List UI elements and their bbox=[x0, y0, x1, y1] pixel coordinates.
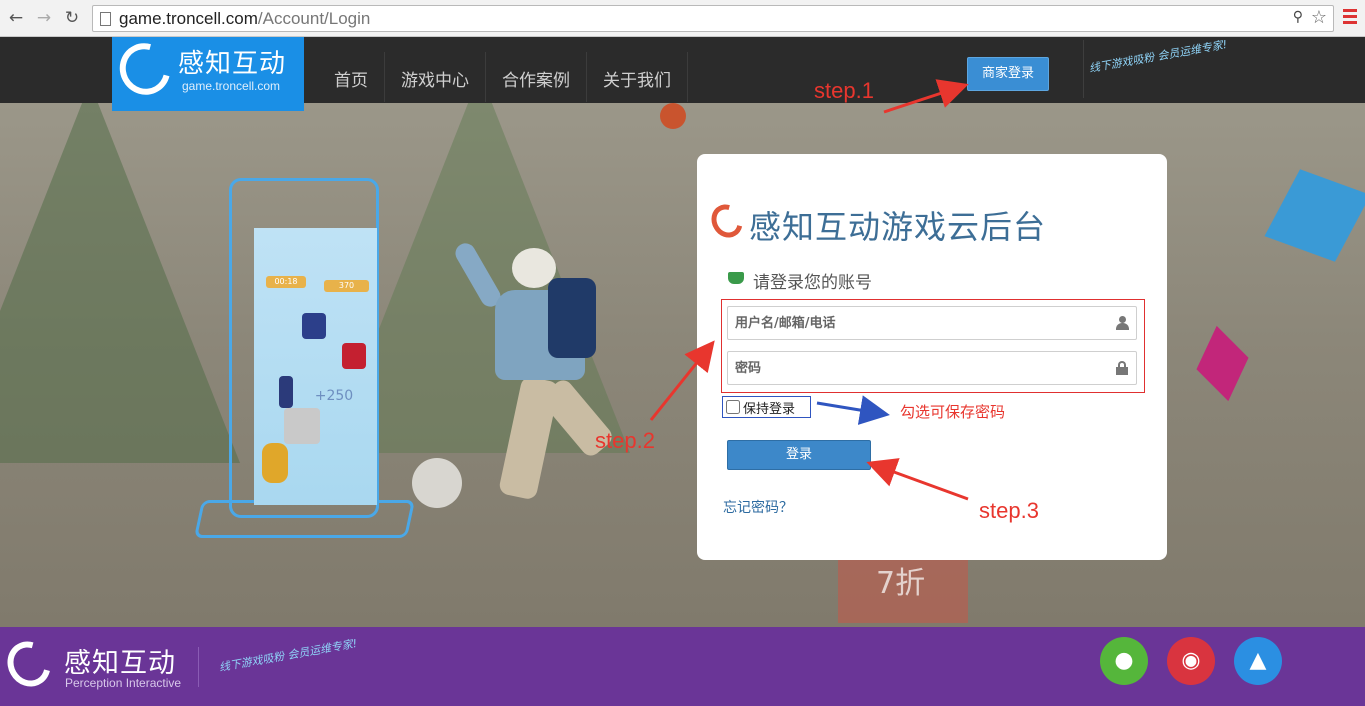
logo-domain: game.troncell.com bbox=[182, 79, 281, 93]
bg-gem bbox=[1196, 325, 1249, 402]
site-footer: 感知互动 Perception Interactive 线下游戏吸粉 会员运维专… bbox=[0, 627, 1365, 706]
footer-divider bbox=[198, 647, 199, 687]
url-text: game.troncell.com/Account/Login bbox=[119, 9, 371, 28]
header-slogan-text: 线下游戏吸粉 会员运维专家! bbox=[1088, 37, 1229, 76]
kiosk-timer: 00:18 bbox=[266, 276, 306, 288]
page-icon bbox=[100, 12, 111, 26]
merchant-login-button[interactable]: 商家登录 bbox=[967, 57, 1049, 91]
bookmark-star-icon[interactable]: ☆ bbox=[1311, 7, 1327, 28]
footer-logo-name: 感知互动 bbox=[64, 648, 176, 679]
back-arrow-icon[interactable]: ← bbox=[6, 8, 26, 28]
card-title: 感知互动游戏云后台 bbox=[749, 208, 1047, 246]
wechat-icon[interactable]: ● bbox=[1100, 637, 1148, 685]
logo-swirl-icon bbox=[110, 33, 180, 105]
forward-arrow-icon[interactable]: → bbox=[34, 8, 54, 28]
card-logo-icon bbox=[705, 198, 749, 244]
weibo-icon[interactable]: ◉ bbox=[1167, 637, 1215, 685]
username-field[interactable] bbox=[727, 306, 1137, 340]
login-card: 感知互动游戏云后台 请登录您的账号 保持登录 登录 忘记密码？ bbox=[697, 154, 1167, 560]
logo-name: 感知互动 bbox=[178, 49, 287, 79]
nav-item-about[interactable]: 关于我们 bbox=[587, 52, 688, 102]
site-logo[interactable]: 感知互动 game.troncell.com bbox=[110, 33, 304, 111]
kiosk-shirt bbox=[302, 313, 326, 339]
remember-label: 保持登录 bbox=[743, 401, 796, 417]
step3-label: step.3 bbox=[979, 498, 1039, 523]
man-backpack bbox=[548, 278, 596, 358]
kiosk-dog bbox=[262, 443, 288, 483]
user-icon bbox=[1116, 316, 1129, 330]
bg-ornament bbox=[660, 103, 686, 129]
step1-label: step.1 bbox=[814, 78, 874, 103]
kiosk-bag bbox=[284, 408, 320, 444]
address-bar[interactable]: game.troncell.com/Account/Login ⚲ ☆ bbox=[92, 5, 1334, 32]
browser-menu-icon[interactable] bbox=[1343, 9, 1357, 27]
kiosk-screen: 00:18 370 +250 bbox=[254, 228, 377, 505]
header-slogan: 线下游戏吸粉 会员运维专家! bbox=[1083, 38, 1265, 98]
kiosk-score: 370 bbox=[324, 280, 369, 292]
man-hat bbox=[512, 248, 556, 288]
login-button[interactable]: 登录 bbox=[727, 440, 871, 470]
step2-label: step.2 bbox=[595, 428, 655, 453]
card-subtitle: 请登录您的账号 bbox=[753, 273, 872, 293]
remember-login[interactable]: 保持登录 bbox=[722, 396, 811, 418]
kiosk-bonus: +250 bbox=[314, 388, 354, 404]
username-input[interactable] bbox=[728, 307, 1108, 339]
password-input[interactable] bbox=[728, 352, 1108, 384]
footer-slogan: 线下游戏吸粉 会员运维专家! bbox=[218, 636, 359, 675]
browser-toolbar: ← → ↻ game.troncell.com/Account/Login ⚲ … bbox=[0, 0, 1365, 37]
qq-icon[interactable]: ▲ bbox=[1234, 637, 1282, 685]
coffee-cup-icon bbox=[728, 272, 744, 284]
key-icon[interactable]: ⚲ bbox=[1293, 9, 1303, 25]
reload-icon[interactable]: ↻ bbox=[62, 8, 82, 28]
nav-item-home[interactable]: 首页 bbox=[318, 52, 385, 102]
remember-hint-label: 勾选可保存密码 bbox=[900, 403, 1006, 421]
nav-item-games[interactable]: 游戏中心 bbox=[385, 52, 486, 102]
footer-logo-en: Perception Interactive bbox=[65, 676, 182, 690]
main-nav: 首页 游戏中心 合作案例 关于我们 bbox=[318, 52, 688, 102]
password-field[interactable] bbox=[727, 351, 1137, 385]
kiosk-pants bbox=[279, 376, 293, 408]
kiosk-base bbox=[193, 500, 416, 538]
footer-logo-swirl-icon bbox=[0, 633, 59, 695]
kiosk-shirt bbox=[342, 343, 366, 369]
bg-tree bbox=[0, 103, 240, 463]
remember-checkbox[interactable] bbox=[726, 400, 740, 414]
lock-icon bbox=[1116, 361, 1128, 375]
bg-ball bbox=[412, 458, 462, 508]
nav-item-cases[interactable]: 合作案例 bbox=[486, 52, 587, 102]
forgot-password-link[interactable]: 忘记密码？ bbox=[723, 497, 793, 517]
bg-cube bbox=[1264, 169, 1365, 262]
